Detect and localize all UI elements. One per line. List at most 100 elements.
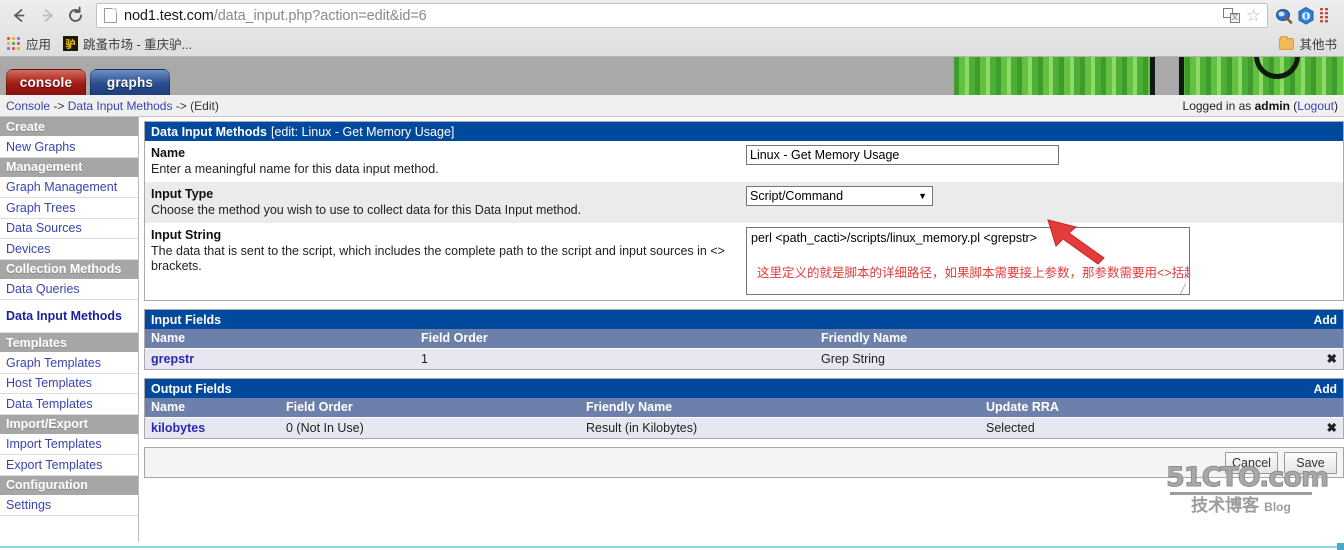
form-row-input-type-left: Input Type Choose the method you wish to… [151,186,746,218]
output-fields-title: Output Fields Add [145,379,1343,398]
bookmark-item-1-label: 跳蚤市场 - 重庆驴... [83,38,193,52]
bookmark-apps-label: 应用 [26,38,52,52]
bookmarks-bar: 应用 驴 跳蚤市场 - 重庆驴... 其他书 [0,31,1344,56]
resize-grip-icon[interactable]: ╱ [1178,284,1188,294]
delete-icon[interactable]: ✖ [1319,417,1343,438]
input-fields-add-link[interactable]: Add [1314,313,1337,327]
output-fields-col-actions [1319,398,1343,418]
sidebar-bottom-rule [0,546,140,548]
logged-in-user: admin [1254,98,1290,113]
output-fields-col-friendly-name: Friendly Name [580,398,980,418]
url-path: /data_input.php?action=edit&id=6 [213,7,427,24]
table-row[interactable]: grepstr 1 Grep String ✖ [145,348,1343,369]
sidebar-item-graph-management[interactable]: Graph Management [0,178,138,198]
sidebar-header-collection-methods: Collection Methods [0,259,138,280]
form-row-input-string-right: perl <path_cacti>/scripts/linux_memory.p… [746,227,1337,295]
input-string-textarea[interactable]: perl <path_cacti>/scripts/linux_memory.p… [746,227,1190,295]
omnibox-actions: 文 ☆ [1222,7,1263,24]
input-field-name-link[interactable]: grepstr [151,352,194,366]
breadcrumb-sep-2: -> [175,98,187,113]
logout-link[interactable]: Logout [1297,99,1334,113]
output-fields-panel: Output Fields Add Name Field Order Frien… [144,378,1344,439]
form-action-bar: Cancel Save [144,447,1344,478]
breadcrumb-current: (Edit) [190,98,219,113]
delete-icon[interactable]: ✖ [1319,348,1343,369]
input-field-name-cell: grepstr [145,348,415,369]
input-fields-col-actions [1319,329,1343,349]
output-fields-header-row: Name Field Order Friendly Name Update RR… [145,398,1343,418]
cancel-button[interactable]: Cancel [1225,451,1278,474]
output-fields-col-field-order: Field Order [280,398,580,418]
sidebar-item-data-queries[interactable]: Data Queries [0,280,138,300]
sidebar-item-new-graphs[interactable]: New Graphs [0,137,138,158]
desc-input-type: Choose the method you wish to use to col… [151,203,582,217]
bookmark-favicon: 驴 [63,36,79,51]
cacti-page: console graphs Console -> Data Input Met… [0,57,1344,550]
url-text: nod1.test.com/data_input.php?action=edit… [124,8,427,24]
tab-console[interactable]: console [6,69,86,95]
page-body: Create New Graphs Management Graph Manag… [0,117,1344,542]
magnifier-extension-icon[interactable] [1274,6,1294,26]
sidebar-item-data-input-methods[interactable]: Data Input Methods [0,300,138,333]
breadcrumb-sep-1: -> [53,98,65,113]
bookmark-item-1[interactable]: 驴 跳蚤市场 - 重庆驴... [63,34,192,53]
input-type-select[interactable]: Script/Command ▼ [746,186,933,206]
back-arrow-icon[interactable] [6,3,32,29]
sidebar-item-import-templates[interactable]: Import Templates [0,435,138,455]
sidebar-item-data-sources[interactable]: Data Sources [0,219,138,239]
table-row[interactable]: kilobytes 0 (Not In Use) Result (in Kilo… [145,417,1343,438]
sidebar-item-export-templates[interactable]: Export Templates [0,455,138,476]
sidebar-item-data-templates[interactable]: Data Templates [0,394,138,415]
sidebar-item-settings[interactable]: Settings [0,496,138,516]
panel-title-text: Data Input Methods [151,124,267,139]
output-fields-add-link[interactable]: Add [1314,382,1337,396]
breadcrumb: Console -> Data Input Methods -> (Edit) [6,99,219,113]
label-name: Name [151,146,186,160]
input-fields-col-name: Name [145,329,415,349]
reload-icon[interactable] [62,3,88,29]
sidebar-item-host-templates[interactable]: Host Templates [0,374,138,394]
breadcrumb-console[interactable]: Console [6,99,50,113]
input-fields-col-friendly-name: Friendly Name [815,329,1319,349]
panel-subtitle-text: [edit: Linux - Get Memory Usage] [270,124,455,139]
chevron-down-icon: ▼ [918,190,927,201]
desc-name: Enter a meaningful name for this data in… [151,162,439,176]
output-fields-table: Name Field Order Friendly Name Update RR… [145,398,1343,438]
sidebar-header-templates: Templates [0,333,138,353]
save-button[interactable]: Save [1284,451,1337,474]
form-row-name-left: Name Enter a meaningful name for this da… [151,145,746,177]
output-field-friendly-name-cell: Result (in Kilobytes) [580,417,980,438]
input-string-value: perl <path_cacti>/scripts/linux_memory.p… [751,231,1038,245]
breadcrumb-data-input-methods[interactable]: Data Input Methods [68,99,173,113]
chrome-menu-icon[interactable] [1318,6,1338,26]
output-field-name-link[interactable]: kilobytes [151,421,205,435]
form-row-input-type-right: Script/Command ▼ [746,186,1337,206]
name-input[interactable] [746,145,1059,165]
address-bar[interactable]: nod1.test.com/data_input.php?action=edit… [96,3,1268,28]
output-fields-col-update-rra: Update RRA [980,398,1319,418]
output-fields-col-name: Name [145,398,280,418]
star-icon[interactable]: ☆ [1246,7,1261,24]
forward-arrow-icon[interactable] [34,3,60,29]
other-bookmarks[interactable]: 其他书 [1279,34,1337,53]
browser-chrome: nod1.test.com/data_input.php?action=edit… [0,0,1344,57]
top-tabs: console graphs [6,69,170,95]
url-host: nod1.test.com [124,7,214,24]
browser-nav-row: nod1.test.com/data_input.php?action=edit… [0,0,1344,31]
input-fields-title: Input Fields Add [145,310,1343,329]
logged-in-prefix: Logged in as [1182,98,1252,113]
input-type-selected-value: Script/Command [750,189,844,203]
apps-grid-icon[interactable] [7,37,20,50]
input-fields-table: Name Field Order Friendly Name grepstr 1… [145,329,1343,369]
sidebar-item-graph-templates[interactable]: Graph Templates [0,353,138,374]
form-row-name: Name Enter a meaningful name for this da… [145,141,1343,182]
sidebar-item-devices[interactable]: Devices [0,239,138,260]
input-field-order-cell: 1 [415,348,815,369]
desc-input-string: The data that is sent to the script, whi… [151,244,725,273]
translate-icon[interactable]: 文 [1222,8,1240,23]
bookmark-apps[interactable]: 应用 [26,34,51,53]
globe-extension-icon[interactable] [1296,6,1316,26]
output-fields-title-text: Output Fields [151,381,232,396]
tab-graphs[interactable]: graphs [90,69,170,95]
sidebar-item-graph-trees[interactable]: Graph Trees [0,198,138,219]
